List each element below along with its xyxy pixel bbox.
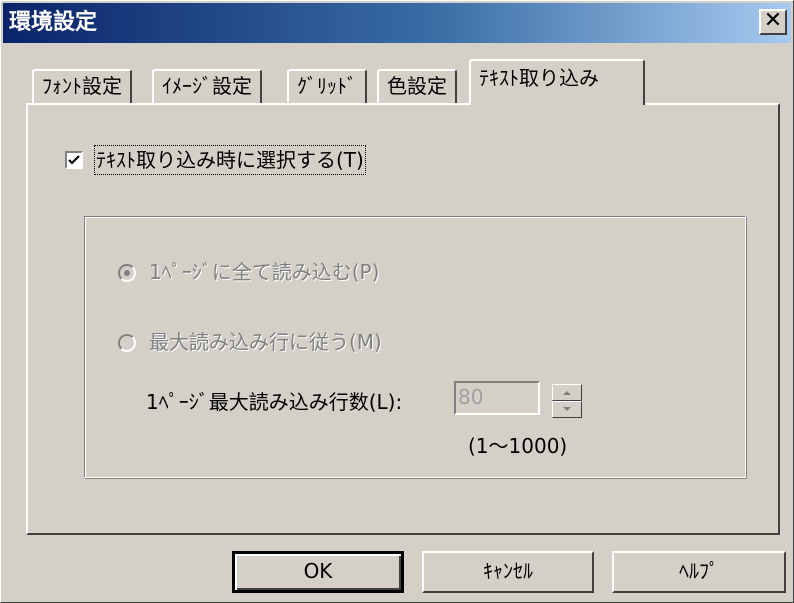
radio-load-all-label[interactable]: 1ﾍﾟｰｼﾞに全て読み込む(P) <box>149 258 379 286</box>
cancel-button[interactable]: ｷｬﾝｾﾙ <box>422 551 594 593</box>
max-lines-label: 1ﾍﾟｰｼﾞ最大読み込み行数(L): <box>146 390 403 414</box>
close-button[interactable]: ✕ <box>759 9 787 35</box>
title-bar[interactable]: 環境設定 ✕ <box>3 3 791 43</box>
tab-grid[interactable]: ｸﾞﾘｯﾄﾞ <box>287 69 367 103</box>
select-on-import-label[interactable]: ﾃｷｽﾄ取り込み時に選択する(T) <box>94 145 366 175</box>
settings-dialog: 環境設定 ✕ ﾌｫﾝﾄ設定 ｲﾒｰｼﾞ設定 ｸﾞﾘｯﾄﾞ 色設定 ﾃｷｽﾄ取り込… <box>0 0 794 603</box>
tab-label: 色設定 <box>387 74 447 98</box>
tab-color-settings[interactable]: 色設定 <box>377 69 457 103</box>
spin-down-button[interactable] <box>552 401 582 418</box>
radio-load-all[interactable] <box>118 264 136 282</box>
close-icon: ✕ <box>763 8 783 33</box>
select-on-import-checkbox[interactable] <box>65 151 83 169</box>
ok-button[interactable]: OK <box>232 551 404 593</box>
radio-max-lines-label[interactable]: 最大読み込み行に従う(M) <box>149 328 382 356</box>
radio-max-lines[interactable] <box>118 334 136 352</box>
tab-label: ｸﾞﾘｯﾄﾞ <box>297 74 357 98</box>
window-title: 環境設定 <box>9 10 98 35</box>
help-button[interactable]: ﾍﾙﾌﾟ <box>612 551 786 593</box>
tab-label: ﾃｷｽﾄ取り込み <box>479 66 599 90</box>
tab-font-settings[interactable]: ﾌｫﾝﾄ設定 <box>32 69 132 103</box>
tab-label: ﾌｫﾝﾄ設定 <box>42 74 122 98</box>
arrow-up-icon <box>563 391 571 395</box>
max-lines-input[interactable]: 80 <box>454 381 540 415</box>
radio-selected-dot <box>124 270 130 276</box>
tab-image-settings[interactable]: ｲﾒｰｼﾞ設定 <box>152 69 262 103</box>
max-lines-range: (1～1000) <box>468 434 568 458</box>
checkmark-icon <box>68 155 80 165</box>
tab-text-import[interactable]: ﾃｷｽﾄ取り込み <box>469 59 645 105</box>
spin-up-button[interactable] <box>552 384 582 401</box>
max-lines-spinner[interactable] <box>552 384 582 418</box>
tab-label: ｲﾒｰｼﾞ設定 <box>162 74 252 98</box>
arrow-down-icon <box>563 407 571 411</box>
